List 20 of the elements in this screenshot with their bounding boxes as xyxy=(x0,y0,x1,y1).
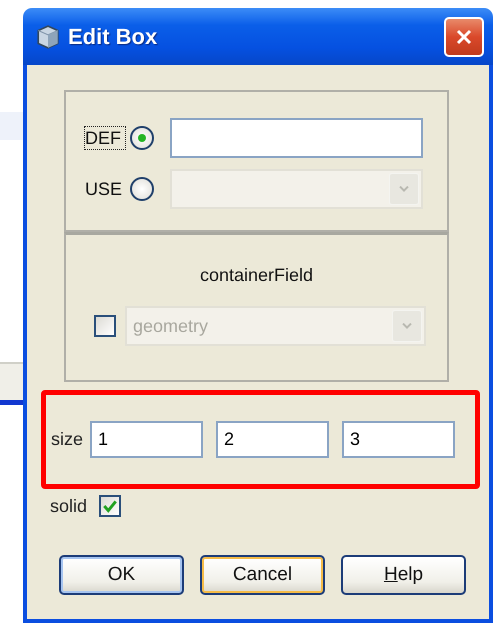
dialog-button[interactable]: OK xyxy=(59,555,184,595)
dialog-button[interactable]: Cancel xyxy=(200,555,325,595)
option-label: USE xyxy=(84,178,124,201)
input-field[interactable] xyxy=(170,118,423,158)
input-field[interactable]: 1 xyxy=(90,421,204,458)
window-title: Edit Box xyxy=(68,24,158,50)
dialog-button[interactable]: Help xyxy=(341,555,466,595)
panel-title: containerField xyxy=(198,265,314,286)
field-label: size xyxy=(51,429,84,450)
field-label: solid xyxy=(50,496,88,516)
close-button[interactable] xyxy=(444,16,484,56)
cube-icon xyxy=(35,24,61,50)
input-field[interactable]: 3 xyxy=(342,421,456,458)
background-row-highlight xyxy=(0,112,23,140)
option-label: DEF xyxy=(84,126,126,150)
background-window-edge xyxy=(0,400,23,405)
check-icon xyxy=(102,498,118,514)
input-field[interactable]: 2 xyxy=(216,421,330,458)
radio-button[interactable] xyxy=(130,126,154,150)
checkbox[interactable] xyxy=(99,495,122,517)
